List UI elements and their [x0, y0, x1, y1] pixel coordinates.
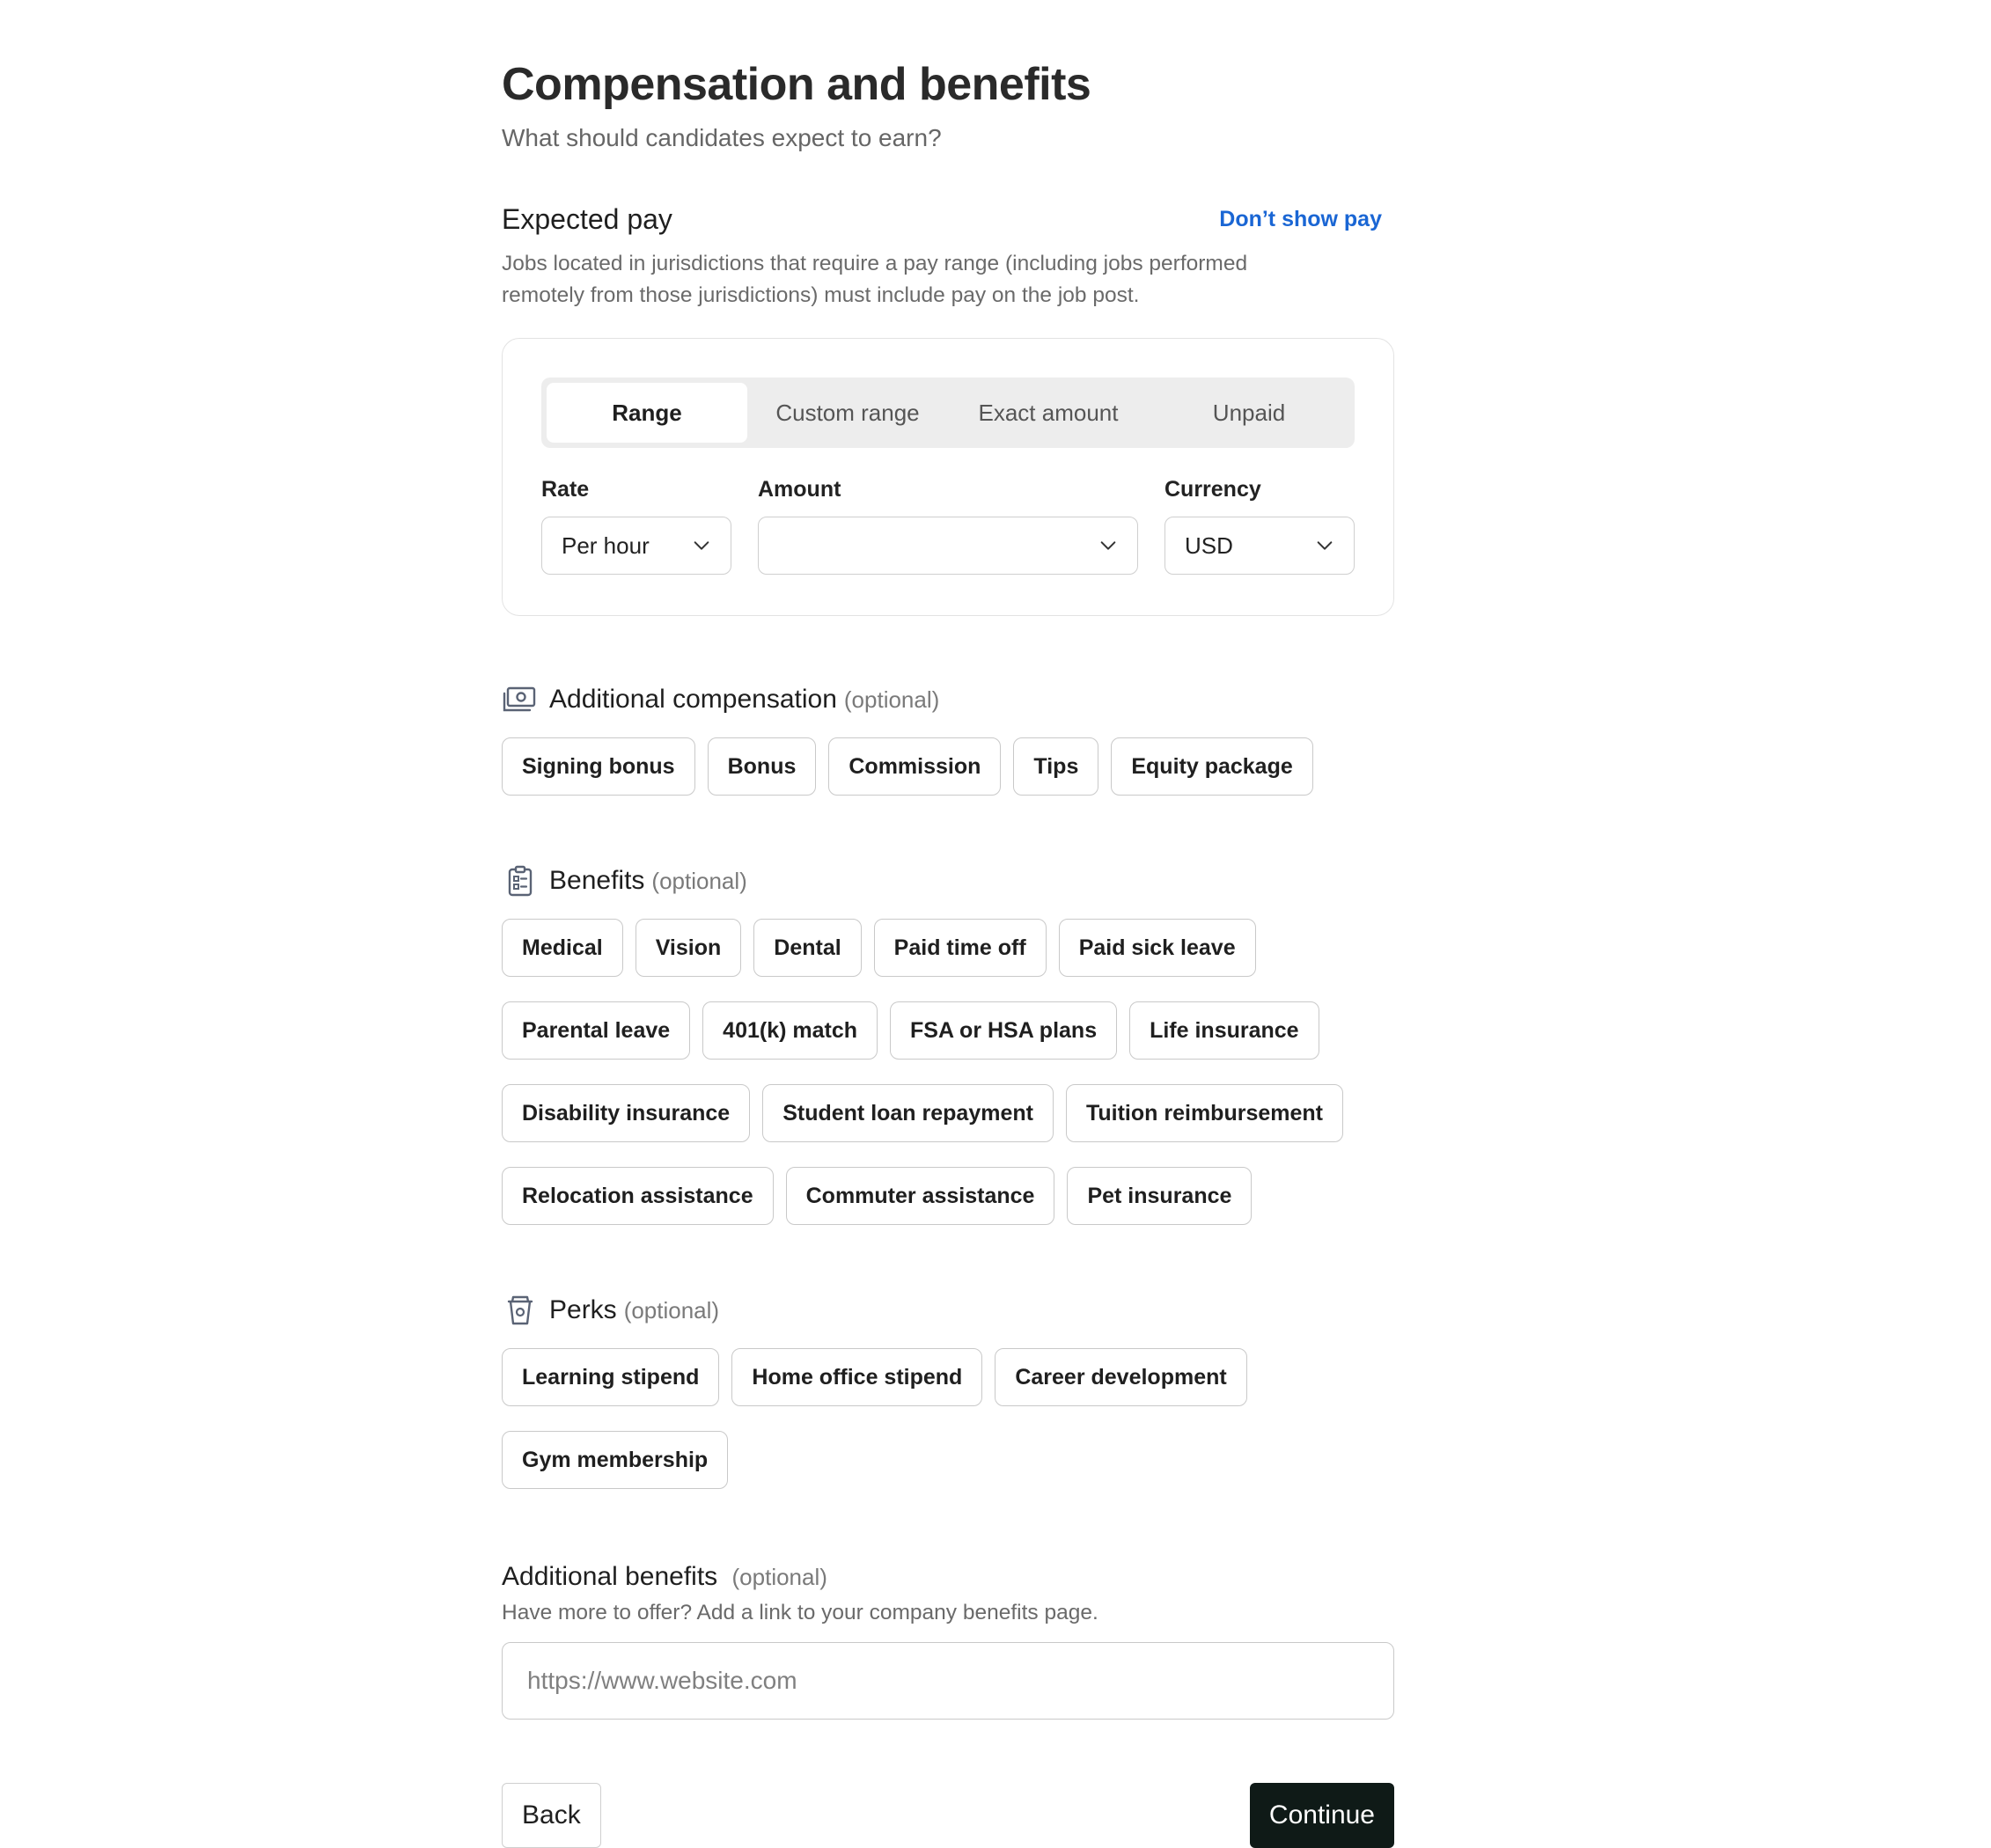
- chip-student-loan-repayment[interactable]: Student loan repayment: [762, 1084, 1054, 1142]
- compensation-page: Compensation and benefits What should ca…: [502, 55, 1394, 1848]
- chip-learning-stipend[interactable]: Learning stipend: [502, 1348, 720, 1406]
- optional-label: (optional): [623, 1296, 720, 1324]
- optional-label: (optional): [843, 686, 940, 713]
- perks-header: Perks (optional): [502, 1292, 1394, 1329]
- currency-label: Currency: [1164, 477, 1261, 502]
- additional-benefits-section: Additional benefits (optional) Have more…: [502, 1559, 1394, 1720]
- chip-tuition-reimbursement[interactable]: Tuition reimbursement: [1065, 1084, 1343, 1142]
- additional-benefits-header: Additional benefits (optional): [502, 1559, 1394, 1595]
- tab-custom-range[interactable]: Custom range: [747, 383, 948, 443]
- pay-fields: Rate Per hour Amount Currency USD: [541, 474, 1355, 575]
- chip-bonus[interactable]: Bonus: [707, 737, 817, 796]
- chevron-down-icon: [694, 541, 709, 550]
- chip-401k-match[interactable]: 401(k) match: [702, 1001, 878, 1060]
- optional-label: (optional): [731, 1564, 827, 1590]
- chip-life-insurance[interactable]: Life insurance: [1129, 1001, 1319, 1060]
- page-title: Compensation and benefits: [502, 59, 1091, 110]
- pay-type-tabs: Range Custom range Exact amount Unpaid: [541, 378, 1355, 448]
- currency-field: Currency USD: [1164, 474, 1355, 575]
- chip-relocation-assistance[interactable]: Relocation assistance: [502, 1167, 774, 1225]
- chip-paid-sick-leave[interactable]: Paid sick leave: [1058, 919, 1256, 977]
- benefits-group: Benefits (optional) Medical Vision Denta…: [502, 862, 1394, 1225]
- continue-button[interactable]: Continue: [1249, 1783, 1394, 1848]
- money-icon: [502, 681, 539, 718]
- clipboard-icon: [502, 862, 539, 899]
- chip-home-office-stipend[interactable]: Home office stipend: [731, 1348, 983, 1406]
- additional-benefits-helper: Have more to offer? Add a link to your c…: [502, 1601, 1098, 1624]
- chip-fsa-hsa-plans[interactable]: FSA or HSA plans: [890, 1001, 1118, 1060]
- chip-commuter-assistance[interactable]: Commuter assistance: [785, 1167, 1055, 1225]
- additional-compensation-options: Signing bonus Bonus Commission Tips Equi…: [502, 737, 1394, 796]
- tab-exact-amount[interactable]: Exact amount: [948, 383, 1149, 443]
- chip-gym-membership[interactable]: Gym membership: [502, 1431, 729, 1489]
- page-subtitle: What should candidates expect to earn?: [502, 124, 942, 151]
- amount-field: Amount: [758, 474, 1138, 575]
- chip-equity-package[interactable]: Equity package: [1111, 737, 1313, 796]
- chevron-down-icon: [1100, 541, 1116, 550]
- additional-compensation-title: Additional compensation: [549, 685, 837, 714]
- currency-value: USD: [1185, 532, 1233, 559]
- amount-label: Amount: [758, 477, 841, 502]
- currency-select[interactable]: USD: [1164, 517, 1355, 575]
- perks-group: Perks (optional) Learning stipend Home o…: [502, 1292, 1394, 1489]
- back-button[interactable]: Back: [502, 1783, 601, 1848]
- chip-career-development[interactable]: Career development: [995, 1348, 1247, 1406]
- expected-pay-header: Expected pay Don’t show pay: [502, 201, 1394, 238]
- benefits-url-input[interactable]: [502, 1642, 1394, 1720]
- rate-value: Per hour: [562, 532, 650, 559]
- chevron-down-icon: [1317, 541, 1333, 550]
- coffee-cup-icon: [502, 1292, 539, 1329]
- chip-commission[interactable]: Commission: [828, 737, 1002, 796]
- rate-select[interactable]: Per hour: [541, 517, 731, 575]
- optional-label: (optional): [651, 867, 747, 894]
- rate-field: Rate Per hour: [541, 474, 731, 575]
- chip-paid-time-off[interactable]: Paid time off: [873, 919, 1047, 977]
- chip-dental[interactable]: Dental: [753, 919, 862, 977]
- tab-unpaid[interactable]: Unpaid: [1149, 383, 1349, 443]
- chip-disability-insurance[interactable]: Disability insurance: [502, 1084, 751, 1142]
- benefits-header: Benefits (optional): [502, 862, 1394, 899]
- chip-signing-bonus[interactable]: Signing bonus: [502, 737, 695, 796]
- dont-show-pay-link[interactable]: Don’t show pay: [1219, 207, 1382, 232]
- benefits-options: Medical Vision Dental Paid time off Paid…: [502, 919, 1382, 1225]
- additional-compensation-group: Additional compensation (optional) Signi…: [502, 681, 1394, 796]
- chip-parental-leave[interactable]: Parental leave: [502, 1001, 691, 1060]
- chip-tips[interactable]: Tips: [1013, 737, 1099, 796]
- additional-compensation-header: Additional compensation (optional): [502, 681, 1394, 718]
- chip-medical[interactable]: Medical: [502, 919, 623, 977]
- rate-label: Rate: [541, 477, 590, 502]
- expected-pay-helper: Jobs located in jurisdictions that requi…: [502, 252, 1248, 307]
- perks-title: Perks: [549, 1295, 617, 1324]
- form-actions: Back Continue: [502, 1783, 1394, 1848]
- pay-card: Range Custom range Exact amount Unpaid R…: [502, 338, 1394, 616]
- chip-vision[interactable]: Vision: [635, 919, 742, 977]
- tab-range[interactable]: Range: [547, 383, 747, 443]
- benefits-title: Benefits: [549, 866, 645, 895]
- additional-benefits-title: Additional benefits: [502, 1562, 718, 1591]
- expected-pay-title: Expected pay: [502, 203, 672, 235]
- chip-pet-insurance[interactable]: Pet insurance: [1067, 1167, 1253, 1225]
- perks-options: Learning stipend Home office stipend Car…: [502, 1348, 1382, 1489]
- amount-select[interactable]: [758, 517, 1138, 575]
